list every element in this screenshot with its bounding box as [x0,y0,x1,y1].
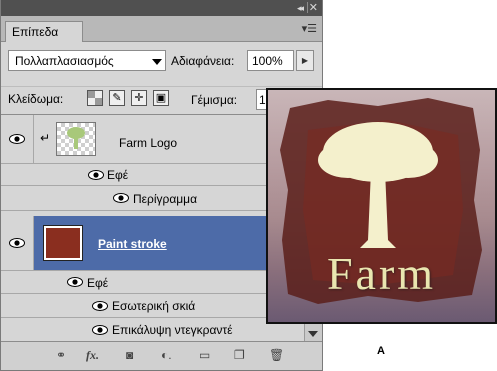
fill-label: Γέμισμα: [191,93,238,107]
effect-name: Περίγραμμα [133,192,198,206]
eye-icon[interactable] [9,238,25,248]
farm-wordmark: Farm [326,248,437,299]
opacity-slider-button[interactable]: ▶ [296,50,314,71]
link-layers-icon[interactable]: ⚭ [56,348,66,364]
effects-label: Εφέ [87,276,109,290]
panel-bottom-bar: ⚭ fx. ◙ ◐. ▭ ❐ 🗑 [1,341,322,370]
eye-icon[interactable] [92,325,108,335]
eye-icon[interactable] [9,134,25,144]
clipping-arrow-icon: ↵ [40,131,51,145]
blend-mode-select[interactable]: Πολλαπλασιασμός [8,50,166,71]
lock-label: Κλείδωμα: [8,92,64,106]
tab-layers[interactable]: Επίπεδα [5,21,83,42]
layer-thumbnail-farm-logo [56,122,96,156]
layer-row-farm-logo[interactable]: ↵ Farm Logo [1,115,304,164]
lock-move-icon[interactable]: ✛ [131,90,147,106]
lock-brush-icon[interactable]: ✎ [109,90,125,106]
visibility-toggle[interactable] [1,115,34,163]
callout-label: A [377,345,385,357]
close-icon[interactable]: ✕ [309,1,318,14]
lock-transparent-icon[interactable] [87,90,103,106]
layer-thumbnail-paint-stroke [43,225,83,261]
effect-row-inner-shadow[interactable]: Εσωτερική σκιά [1,294,304,318]
blend-mode-value: Πολλαπλασιασμός [15,54,114,68]
panel-menu-icon[interactable]: ▾☰ [302,22,317,35]
eye-icon[interactable] [88,170,104,180]
opacity-field[interactable]: 100% [247,50,294,71]
layer-name: Farm Logo [119,136,178,150]
effects-label: Εφέ [107,168,129,182]
adjustment-icon[interactable]: ◐. [161,348,172,364]
eye-icon[interactable] [67,277,83,287]
chevron-down-icon [152,59,162,65]
eye-icon[interactable] [92,301,108,311]
folder-icon[interactable]: ▭ [199,348,210,364]
visibility-toggle[interactable] [1,216,34,270]
eye-icon[interactable] [113,193,129,203]
trash-icon[interactable]: 🗑 [269,348,284,364]
effect-row-stroke[interactable]: Περίγραμμα [1,186,304,211]
new-layer-icon[interactable]: ❐ [234,348,245,364]
effect-row-gradient-overlay[interactable]: Επικάλυψη ντεγκραντέ [1,318,304,342]
fx-icon[interactable]: fx. [86,348,99,364]
layer-list: ↵ Farm Logo Εφέ Περίγραμμα Paint stroke … [1,114,304,342]
effect-name: Εσωτερική σκιά [112,299,196,313]
double-chevron-right-icon[interactable]: ◂◂ [297,3,304,14]
tab-row: Επίπεδα ▾☰ [1,16,322,42]
effects-group-row[interactable]: Εφέ [1,164,304,186]
lock-all-icon[interactable]: ▣ [153,90,169,106]
mask-icon[interactable]: ◙ [126,348,133,364]
preview-image: Farm [266,88,497,324]
chevron-down-icon[interactable] [308,331,318,337]
layer-row-paint-stroke[interactable]: Paint stroke [1,216,304,271]
opacity-label: Αδιαφάνεια: [171,54,235,68]
effect-name: Επικάλυψη ντεγκραντέ [112,323,233,337]
layer-name: Paint stroke [98,237,167,251]
blend-options-row: Πολλαπλασιασμός Αδιαφάνεια: 100% ▶ [1,48,322,74]
effects-group-row[interactable]: Εφέ [1,271,304,294]
panel-titlebar: ◂◂ ✕ [1,0,322,16]
